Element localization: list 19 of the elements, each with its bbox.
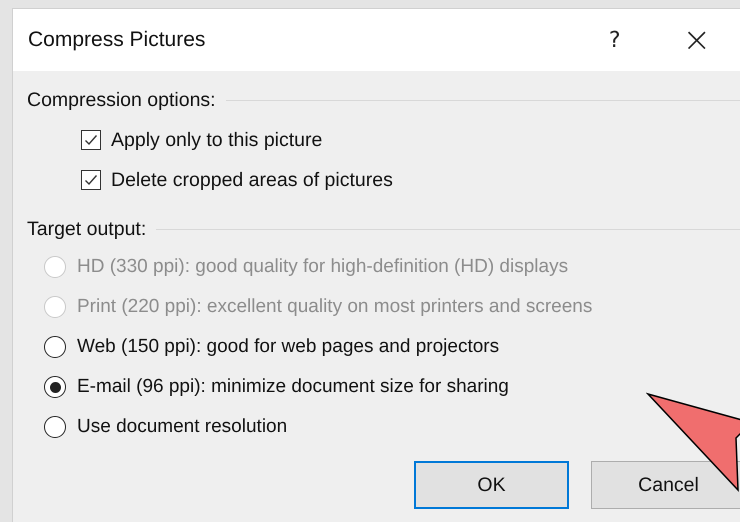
group-label: Target output:: [27, 218, 146, 240]
checkbox[interactable]: [81, 170, 101, 190]
checkbox-label: Apply only to this picture: [111, 128, 322, 152]
radio-button[interactable]: [44, 336, 66, 358]
checkbox-label: Delete cropped areas of pictures: [111, 168, 393, 192]
radio-label: Use document resolution: [77, 416, 288, 438]
radio-label: Web (150 ppi): good for web pages and projectors: [77, 336, 500, 358]
ok-button[interactable]: OK: [414, 461, 569, 509]
window-title: Compress Pictures: [28, 28, 206, 52]
radio-label: HD (330 ppi): good quality for high-definition (HD) displays: [77, 256, 568, 278]
radio-label: E-mail (96 ppi): minimize document size for sharing: [77, 376, 509, 398]
cancel-button[interactable]: Cancel: [591, 461, 740, 509]
radio-label: Print (220 ppi): excellent quality on most printers and screens: [77, 296, 592, 318]
radio-button[interactable]: [44, 376, 66, 398]
group-label: Compression options:: [27, 88, 216, 112]
radio-button[interactable]: [44, 416, 66, 438]
help-button[interactable]: ?: [608, 28, 620, 52]
checkbox[interactable]: [81, 130, 101, 150]
close-button[interactable]: ×: [682, 23, 711, 57]
